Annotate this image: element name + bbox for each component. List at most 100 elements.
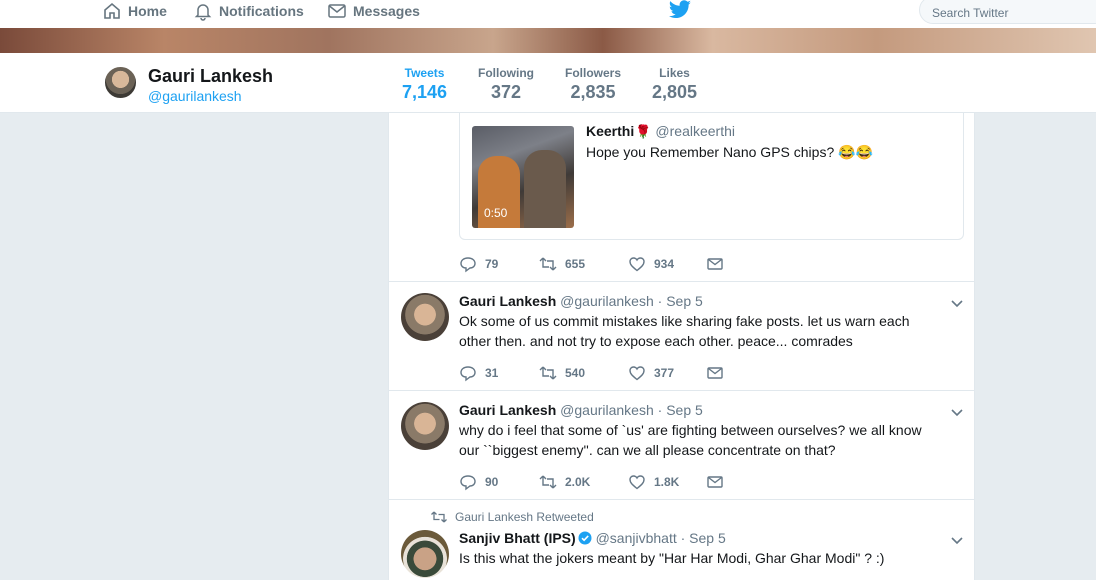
tweet-header: Gauri Lankesh @gaurilankesh · Sep 5: [459, 293, 703, 309]
heart-icon: [629, 257, 645, 272]
reply-button[interactable]: 31: [459, 364, 539, 382]
reply-icon: [460, 366, 476, 382]
verified-badge-icon: [578, 531, 592, 545]
envelope-icon: [707, 258, 723, 270]
tab-followers[interactable]: Followers 2,835: [565, 66, 621, 103]
retweet-button[interactable]: 540: [539, 364, 628, 382]
nav-home-label: Home: [128, 3, 167, 19]
retweet-icon: [539, 475, 557, 489]
search-input[interactable]: Search Twitter: [919, 0, 1096, 24]
tweet-text: Is this what the jokers meant by "Har Ha…: [459, 550, 885, 566]
like-count: 377: [654, 366, 675, 380]
quoted-author-name: Keerthi: [586, 123, 635, 139]
tweet-author-name[interactable]: Gauri Lankesh: [459, 293, 556, 309]
envelope-icon: [328, 4, 346, 18]
home-icon: [104, 2, 120, 19]
reply-icon: [460, 257, 476, 273]
profile-nav: Gauri Lankesh @gaurilankesh Tweets 7,146…: [0, 53, 1096, 116]
like-button[interactable]: 934: [628, 255, 706, 273]
tweet-item[interactable]: Gauri Lankesh @gaurilankesh · Sep 5 why …: [389, 391, 974, 499]
avatar[interactable]: [401, 402, 449, 450]
tweet-actions: 31 540 377: [459, 363, 724, 383]
direct-message-button[interactable]: [706, 255, 724, 273]
like-count: 934: [654, 257, 675, 271]
envelope-icon: [707, 367, 723, 379]
tab-tweets[interactable]: Tweets 7,146: [387, 66, 462, 116]
tweet-header: Sanjiv Bhatt (IPS) @sanjivbhatt · Sep 5: [459, 530, 726, 546]
stat-value: 2,835: [570, 82, 616, 102]
reply-count: 31: [485, 366, 499, 380]
tab-following[interactable]: Following 372: [478, 66, 534, 103]
reply-count: 79: [485, 257, 499, 271]
reply-count: 90: [485, 475, 499, 489]
like-button[interactable]: 377: [628, 364, 706, 382]
reply-button[interactable]: 79: [459, 255, 539, 273]
retweet-count: 2.0K: [565, 475, 591, 489]
stat-label: Likes: [659, 66, 690, 80]
retweet-count: 655: [565, 257, 586, 271]
header-banner-image: [0, 28, 1096, 53]
tweet-text: why do i feel that some of `us' are figh…: [459, 422, 922, 458]
tweet-meta[interactable]: @sanjivbhatt · Sep 5: [596, 530, 726, 546]
stat-label: Tweets: [404, 66, 445, 80]
envelope-icon: [707, 476, 723, 488]
bell-icon: [194, 4, 212, 21]
retweet-icon: [431, 511, 447, 523]
profile-handle[interactable]: @gaurilankesh: [148, 88, 242, 104]
stat-label: Following: [478, 66, 534, 80]
tab-likes[interactable]: Likes 2,805: [652, 66, 697, 103]
direct-message-button[interactable]: [706, 364, 724, 382]
chevron-down-icon[interactable]: [950, 405, 964, 419]
tweet-author-name[interactable]: Sanjiv Bhatt (IPS): [459, 530, 576, 546]
avatar[interactable]: [401, 293, 449, 341]
retweeted-by-text[interactable]: Gauri Lankesh Retweeted: [455, 510, 594, 524]
tweet-header: Gauri Lankesh @gaurilankesh · Sep 5: [459, 402, 703, 418]
tweet-timeline: 0:50 Keerthi🌹 @realkeerthi Hope you Remem…: [388, 113, 975, 580]
tweet-item[interactable]: Gauri Lankesh @gaurilankesh · Sep 5 Ok s…: [389, 282, 974, 390]
nav-messages[interactable]: Messages: [327, 0, 420, 22]
chevron-down-icon[interactable]: [950, 296, 964, 310]
quoted-tweet-text: Hope you Remember Nano GPS chips? 😂😂: [586, 144, 873, 160]
tweet-meta[interactable]: @gaurilankesh · Sep 5: [560, 402, 703, 418]
rose-emoji: 🌹: [635, 124, 652, 139]
chevron-down-icon[interactable]: [950, 533, 964, 547]
nav-notifications-label: Notifications: [219, 3, 304, 19]
like-button[interactable]: 1.8K: [628, 473, 706, 491]
tweet-actions: 79 655 934: [459, 254, 724, 274]
tweet-meta[interactable]: @gaurilankesh · Sep 5: [560, 293, 703, 309]
nav-notifications[interactable]: Notifications: [193, 0, 304, 22]
stat-label: Followers: [565, 66, 622, 80]
like-count: 1.8K: [654, 475, 680, 489]
heart-icon: [629, 366, 645, 381]
tweet-author-name[interactable]: Gauri Lankesh: [459, 402, 556, 418]
stat-value: 7,146: [402, 82, 448, 102]
quoted-author[interactable]: Keerthi🌹 @realkeerthi: [586, 123, 735, 140]
tweet-item[interactable]: Gauri Lankesh Retweeted Sanjiv Bhatt (IP…: [389, 500, 974, 580]
retweet-button[interactable]: 2.0K: [539, 473, 628, 491]
avatar[interactable]: [103, 65, 138, 100]
profile-name[interactable]: Gauri Lankesh: [148, 66, 273, 87]
nav-messages-label: Messages: [353, 3, 420, 19]
video-duration: 0:50: [484, 206, 508, 220]
twitter-logo-icon[interactable]: [668, 0, 692, 20]
stat-value: 372: [490, 82, 522, 102]
reply-button[interactable]: 90: [459, 473, 539, 491]
heart-icon: [629, 475, 645, 490]
quoted-tweet-card[interactable]: 0:50 Keerthi🌹 @realkeerthi Hope you Remem…: [459, 113, 964, 240]
retweet-button[interactable]: 655: [539, 255, 628, 273]
stat-value: 2,805: [652, 82, 698, 102]
tweet-actions: 90 2.0K 1.8K: [459, 472, 724, 492]
direct-message-button[interactable]: [706, 473, 724, 491]
avatar[interactable]: [401, 530, 449, 578]
top-nav: Home Notifications Messages Search Twitt…: [0, 0, 1096, 28]
retweet-icon: [539, 257, 557, 271]
tweet-text: Ok some of us commit mistakes like shari…: [459, 313, 910, 349]
retweet-icon: [539, 366, 557, 380]
retweeted-label: Gauri Lankesh Retweeted: [431, 510, 594, 524]
search-placeholder: Search Twitter: [932, 6, 1009, 20]
retweet-count: 540: [565, 366, 586, 380]
reply-icon: [460, 475, 476, 491]
nav-home[interactable]: Home: [102, 0, 167, 22]
quoted-author-handle: @realkeerthi: [655, 123, 735, 139]
video-thumbnail[interactable]: 0:50: [472, 126, 574, 228]
